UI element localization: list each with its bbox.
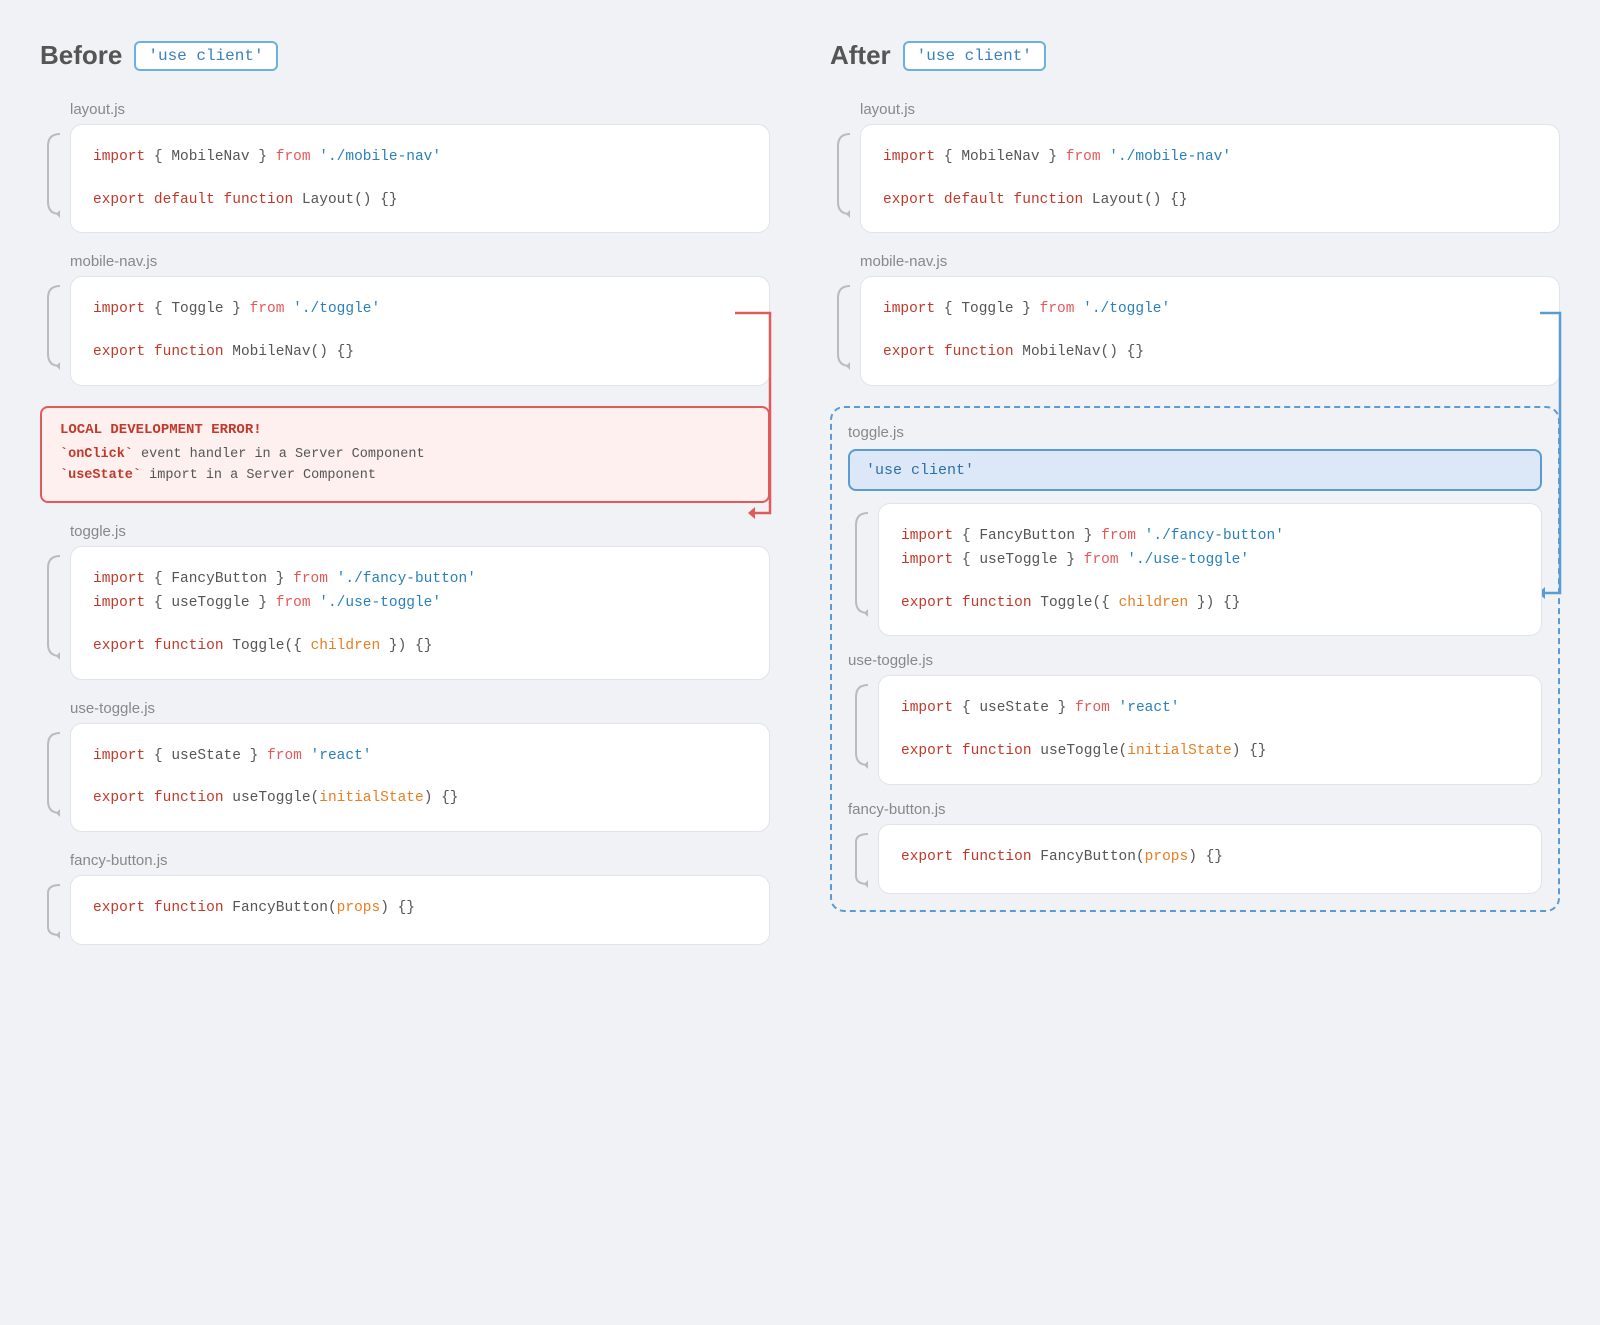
before-header: Before 'use client' xyxy=(40,40,770,71)
after-mobilenav-label: mobile-nav.js xyxy=(860,253,1560,270)
before-usetoggle-line1: import { useState } from 'react' xyxy=(93,744,747,769)
before-column: Before 'use client' layout.js import { M… xyxy=(40,40,770,965)
after-use-client-bar: 'use client' xyxy=(848,449,1542,491)
before-toggle-block: toggle.js import { FancyButton } from '.… xyxy=(40,523,770,680)
after-usetoggle-card: import { useState } from 'react' export … xyxy=(878,675,1542,784)
before-use-client-badge: 'use client' xyxy=(134,41,277,71)
after-usetoggle-label: use-toggle.js xyxy=(848,652,1542,669)
before-mobilenav-section: mobile-nav.js import { Toggle } from './… xyxy=(40,253,770,385)
before-toggle-label: toggle.js xyxy=(70,523,770,540)
before-fancybutton-label: fancy-button.js xyxy=(70,852,770,869)
after-fancybutton-card: export function FancyButton(props) {} xyxy=(878,824,1542,894)
after-toggle-label-outer: toggle.js xyxy=(848,424,1542,441)
after-toggle-card: import { FancyButton } from './fancy-but… xyxy=(878,503,1542,637)
before-layout-block: layout.js import { MobileNav } from './m… xyxy=(40,101,770,233)
before-error-line1: `onClick` event handler in a Server Comp… xyxy=(60,444,750,466)
before-mobilenav-card: import { Toggle } from './toggle' export… xyxy=(70,276,770,385)
after-use-client-text: 'use client' xyxy=(866,462,974,479)
after-column: After 'use client' layout.js import { Mo… xyxy=(830,40,1560,965)
after-usetoggle-line2: export function useToggle(initialState) … xyxy=(901,739,1519,764)
after-fancybutton-label: fancy-button.js xyxy=(848,801,1542,818)
after-toggle-bracket xyxy=(848,503,876,623)
after-usetoggle-line1: import { useState } from 'react' xyxy=(901,696,1519,721)
after-layout-line2: export default function Layout() {} xyxy=(883,188,1537,213)
before-usetoggle-card: import { useState } from 'react' export … xyxy=(70,723,770,832)
before-mobilenav-block: mobile-nav.js import { Toggle } from './… xyxy=(40,253,770,385)
before-layout-bracket xyxy=(40,124,68,224)
before-usetoggle-block: use-toggle.js import { useState } from '… xyxy=(40,700,770,832)
after-layout-label: layout.js xyxy=(860,101,1560,118)
before-mobilenav-line2: export function MobileNav() {} xyxy=(93,340,747,365)
before-title: Before xyxy=(40,40,122,71)
before-fancybutton-card: export function FancyButton(props) {} xyxy=(70,875,770,945)
after-mobilenav-section: mobile-nav.js import { Toggle } from './… xyxy=(830,253,1560,385)
before-toggle-line1: import { FancyButton } from './fancy-but… xyxy=(93,567,747,592)
after-mobilenav-card: import { Toggle } from './toggle' export… xyxy=(860,276,1560,385)
before-usetoggle-bracket xyxy=(40,723,68,823)
after-usetoggle-bracket xyxy=(848,675,876,775)
before-layout-label: layout.js xyxy=(70,101,770,118)
after-mobilenav-line2: export function MobileNav() {} xyxy=(883,340,1537,365)
before-error-title: LOCAL DEVELOPMENT ERROR! xyxy=(60,422,750,438)
before-usetoggle-label: use-toggle.js xyxy=(70,700,770,717)
after-header: After 'use client' xyxy=(830,40,1560,71)
after-title: After xyxy=(830,40,891,71)
before-error-line2: `useState` import in a Server Component xyxy=(60,465,750,487)
after-dashed-group: toggle.js 'use client' import { FancyBut… xyxy=(830,406,1560,912)
before-fancybutton-line1: export function FancyButton(props) {} xyxy=(93,896,747,921)
after-layout-block: layout.js import { MobileNav } from './m… xyxy=(830,101,1560,233)
after-layout-line1: import { MobileNav } from './mobile-nav' xyxy=(883,145,1537,170)
after-toggle-line3: export function Toggle({ children }) {} xyxy=(901,591,1519,616)
before-mobilenav-bracket xyxy=(40,276,68,376)
before-fancybutton-bracket xyxy=(40,875,68,945)
after-layout-bracket xyxy=(830,124,858,224)
after-mobilenav-block: mobile-nav.js import { Toggle } from './… xyxy=(830,253,1560,385)
before-error-box: LOCAL DEVELOPMENT ERROR! `onClick` event… xyxy=(40,406,770,503)
before-toggle-line2: import { useToggle } from './use-toggle' xyxy=(93,591,747,616)
before-mobilenav-line1: import { Toggle } from './toggle' xyxy=(93,297,747,322)
before-fancybutton-block: fancy-button.js export function FancyBut… xyxy=(40,852,770,945)
before-usetoggle-line2: export function useToggle(initialState) … xyxy=(93,786,747,811)
before-layout-line2: export default function Layout() {} xyxy=(93,188,747,213)
after-mobilenav-bracket xyxy=(830,276,858,376)
before-toggle-bracket xyxy=(40,546,68,666)
main-container: Before 'use client' layout.js import { M… xyxy=(40,40,1560,965)
before-mobilenav-label: mobile-nav.js xyxy=(70,253,770,270)
after-mobilenav-line1: import { Toggle } from './toggle' xyxy=(883,297,1537,322)
after-toggle-line1: import { FancyButton } from './fancy-but… xyxy=(901,524,1519,549)
after-layout-card: import { MobileNav } from './mobile-nav'… xyxy=(860,124,1560,233)
before-toggle-line3: export function Toggle({ children }) {} xyxy=(93,634,747,659)
after-fancybutton-line1: export function FancyButton(props) {} xyxy=(901,845,1519,870)
before-layout-line1: import { MobileNav } from './mobile-nav' xyxy=(93,145,747,170)
after-fancybutton-bracket xyxy=(848,824,876,894)
before-layout-card: import { MobileNav } from './mobile-nav'… xyxy=(70,124,770,233)
after-toggle-line2: import { useToggle } from './use-toggle' xyxy=(901,548,1519,573)
after-use-client-badge: 'use client' xyxy=(903,41,1046,71)
before-toggle-card: import { FancyButton } from './fancy-but… xyxy=(70,546,770,680)
